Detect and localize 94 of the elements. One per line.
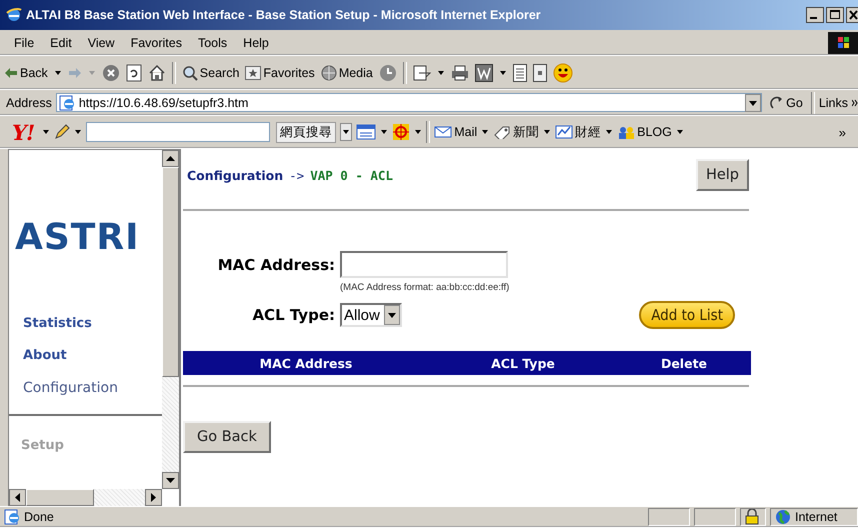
vertical-scrollbar[interactable] (162, 150, 179, 489)
breadcrumb-separator: -> (289, 168, 304, 183)
envelope-icon (434, 125, 452, 139)
dropdown-icon[interactable] (340, 123, 352, 141)
search-button[interactable]: Search (182, 64, 240, 80)
caret-icon[interactable] (74, 128, 82, 136)
sidebar-link[interactable]: Configuration (23, 380, 118, 396)
printer-icon[interactable] (450, 64, 469, 80)
caret-icon[interactable] (605, 128, 614, 136)
page-icon (58, 94, 75, 110)
astri-logo: ASTRI (15, 220, 140, 256)
field-label: MAC Address: (218, 256, 335, 274)
scroll-left-icon[interactable] (9, 489, 26, 506)
caret-icon[interactable] (498, 68, 507, 76)
refresh-icon[interactable] (126, 64, 142, 82)
column-header: ACL Type (491, 356, 555, 370)
status-text: Done (24, 510, 54, 524)
status-pane (694, 508, 736, 526)
go-back-button[interactable]: Go Back (183, 421, 271, 453)
address-field[interactable]: https://10.6.48.69/setupfr3.htm (56, 93, 762, 112)
scroll-down-icon[interactable] (162, 472, 179, 489)
menu-item[interactable]: Help (235, 36, 277, 50)
media-button[interactable]: Media (320, 64, 373, 80)
chart-icon (555, 125, 574, 139)
scroll-thumb[interactable] (26, 489, 94, 506)
menu-item[interactable]: Edit (42, 36, 80, 50)
caret-icon[interactable] (380, 128, 388, 136)
favorites-button[interactable]: Favorites (245, 66, 315, 80)
news-button[interactable]: 新聞 (493, 124, 540, 140)
blog-button[interactable]: BLOG (617, 125, 672, 139)
column-header: MAC Address (260, 356, 352, 370)
home-icon[interactable] (148, 64, 166, 82)
more-button[interactable]: » (838, 124, 846, 140)
people-icon (617, 125, 636, 139)
links-button[interactable]: Links (818, 96, 848, 110)
windows-logo-icon (828, 32, 858, 54)
browser-icon (6, 7, 22, 23)
dropdown-icon (384, 305, 400, 325)
history-icon[interactable] (378, 64, 397, 82)
pencil-icon[interactable] (54, 124, 70, 140)
menu-item[interactable]: Favorites (122, 36, 190, 50)
caret-icon[interactable] (481, 128, 490, 136)
menu-item[interactable]: Tools (190, 36, 236, 50)
horizontal-scrollbar[interactable] (9, 489, 162, 506)
window-title: ALTAI B8 Base Station Web Interface - Base Station Setup - Microsoft Internet Explorer (26, 8, 541, 22)
acl-type-dropdown[interactable]: Allow (340, 303, 402, 327)
caret-icon[interactable] (54, 68, 62, 76)
dropdown-icon[interactable] (745, 94, 762, 112)
caret-icon[interactable] (676, 128, 684, 136)
breadcrumb-link[interactable]: Configuration (187, 168, 284, 183)
sidebar-link[interactable]: Statistics (23, 316, 92, 331)
globe-icon (320, 64, 337, 80)
page-icon (4, 509, 20, 525)
caret-icon[interactable] (42, 128, 50, 136)
word-icon[interactable] (474, 64, 493, 82)
close-icon[interactable] (846, 7, 858, 23)
sidebar-link[interactable]: About (23, 348, 67, 363)
stop-icon[interactable] (102, 64, 120, 82)
lock-icon (745, 509, 759, 525)
security-zone: Internet (795, 510, 838, 524)
address-label: Address (6, 96, 52, 110)
go-arrow-icon (770, 96, 784, 110)
layout-icon[interactable] (356, 124, 376, 140)
document-icon[interactable] (512, 64, 527, 82)
maximize-icon[interactable] (826, 7, 844, 23)
menu-item[interactable]: View (80, 36, 123, 50)
field-label: ACL Type: (252, 306, 335, 324)
caret-icon[interactable] (436, 68, 445, 76)
scroll-thumb[interactable] (162, 167, 179, 377)
chevron-icon[interactable] (852, 98, 858, 106)
scroll-right-icon[interactable] (145, 489, 162, 506)
column-header: Delete (660, 356, 708, 370)
caret-icon[interactable] (543, 128, 552, 136)
web-search-button[interactable]: 網頁搜尋 (276, 122, 336, 142)
add-to-list-button[interactable]: Add to List (639, 301, 735, 329)
mac-address-field[interactable] (340, 251, 508, 278)
scroll-up-icon[interactable] (162, 150, 179, 167)
format-hint: (MAC Address format: aa:bb:cc:dd:ee:ff) (340, 282, 510, 293)
go-button[interactable]: Go (766, 96, 807, 110)
breadcrumb-current: VAP 0 - ACL (310, 168, 393, 183)
status-pane (648, 508, 690, 526)
minimize-icon[interactable] (806, 7, 824, 23)
search-icon (182, 64, 198, 80)
smiley-icon[interactable] (552, 62, 573, 82)
menu-item[interactable]: File (6, 36, 42, 50)
back-button[interactable]: Back (4, 66, 48, 80)
finance-button[interactable]: 財經 (555, 124, 602, 140)
arrow-left-icon (4, 66, 18, 78)
tag-icon (493, 125, 512, 139)
search-field[interactable] (86, 122, 270, 142)
caret-icon[interactable] (414, 128, 422, 136)
mail-button[interactable]: Mail (434, 125, 478, 139)
help-button[interactable]: Help (696, 159, 749, 191)
globe-icon (775, 509, 791, 525)
